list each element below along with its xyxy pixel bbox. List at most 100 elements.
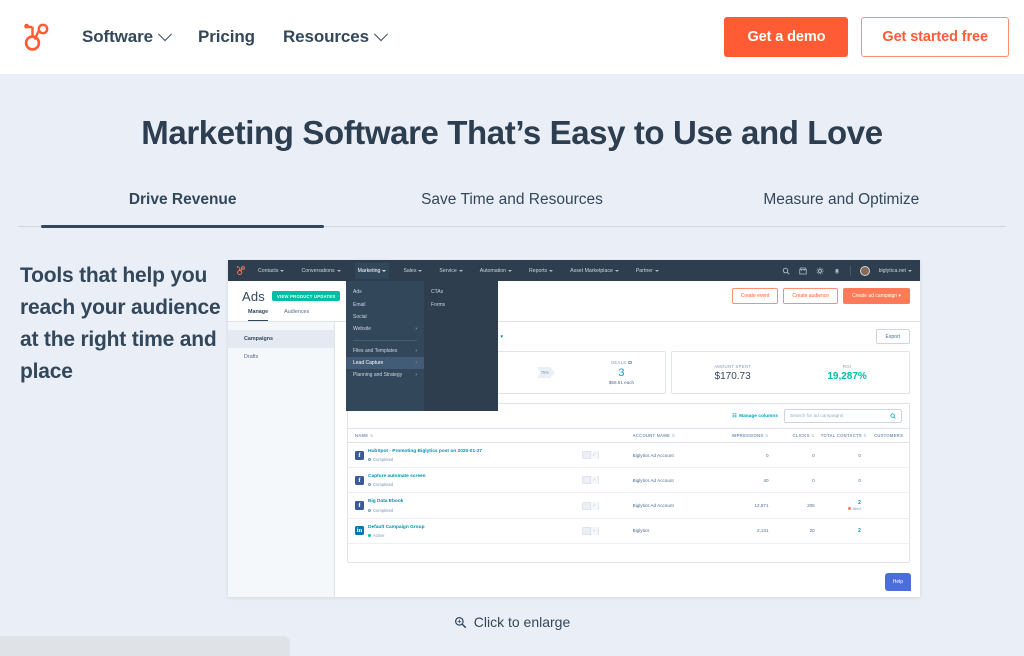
total-contacts[interactable]: 2 (858, 528, 861, 534)
customers (863, 518, 909, 544)
column-total-contacts[interactable]: TOTAL CONTACTS ⇅ (817, 428, 867, 443)
help-button[interactable]: Help (884, 573, 911, 591)
nav-item-pricing[interactable]: Pricing (198, 27, 255, 47)
column-impressions[interactable]: IMPRESSIONS ⇅ (725, 428, 772, 443)
sidebar-item-drafts[interactable]: Drafts (228, 348, 334, 366)
nav-item-resources[interactable]: Resources (283, 27, 389, 47)
app-nav-conversations[interactable]: Conversations (298, 263, 343, 279)
campaigns-table-panel: ☷ Manage columns Search for ad campaigns (347, 403, 910, 563)
label: Alert (852, 506, 861, 512)
hubspot-logo-icon[interactable] (18, 20, 52, 54)
dropdown-item-social[interactable]: Social (346, 311, 424, 323)
label: CTAs (431, 289, 444, 296)
chevron-down-icon (507, 269, 512, 272)
marketplace-icon[interactable] (798, 267, 807, 275)
app-nav-asset-marketplace[interactable]: Asset Marketplace (567, 263, 622, 279)
column-account-name[interactable]: ACCOUNT NAME ⇅ (629, 428, 726, 443)
manage-columns-button[interactable]: ☷ Manage columns (732, 414, 778, 419)
status-dot-icon (368, 483, 371, 487)
label: Completed (373, 482, 394, 488)
account-menu[interactable]: biglytica.net (879, 268, 912, 274)
campaign-status: Completed (368, 482, 426, 487)
app-nav-contacts[interactable]: Contacts (255, 263, 287, 279)
app-nav-service[interactable]: Service (436, 263, 465, 279)
tab-save-time-and-resources[interactable]: Save Time and Resources (347, 191, 676, 226)
campaign-name[interactable]: HubSpot - Promoting Biglytics post on 20… (368, 449, 482, 454)
submenu-item-ctas[interactable]: CTAs (424, 286, 498, 298)
clicks: 0 (771, 467, 818, 494)
app-tab-audiences[interactable]: Audiences (284, 309, 309, 321)
product-screenshot[interactable]: Contacts Conversations Marketing Sales S… (228, 260, 920, 597)
search-icon (890, 413, 896, 419)
label: Files and Templates (353, 347, 398, 354)
product-updates-badge[interactable]: VIEW PRODUCT UPDATES (272, 291, 341, 301)
row-toggle[interactable]: ✓ (581, 526, 599, 535)
click-to-enlarge[interactable]: Click to enlarge (0, 614, 1024, 630)
account-name: Biglytics Ad Account (629, 467, 726, 494)
alert-dot-icon (848, 507, 852, 511)
label: Contacts (258, 267, 279, 274)
campaign-name[interactable]: Capture automate screen (368, 474, 426, 479)
tab-measure-and-optimize[interactable]: Measure and Optimize (677, 191, 1006, 226)
gear-icon[interactable] (816, 267, 824, 275)
dropdown-item-ads[interactable]: Ads (346, 286, 424, 298)
row-toggle[interactable]: ✓ (581, 501, 599, 510)
column-clicks[interactable]: CLICKS ⇅ (771, 428, 818, 443)
table-row[interactable]: f HubSpot - Promoting Biglytics post on … (348, 442, 909, 469)
dropdown-item-planning-and-strategy[interactable]: Planning and Strategy › (346, 369, 424, 381)
row-toggle[interactable]: ✓ (581, 451, 599, 460)
get-a-demo-button[interactable]: Get a demo (724, 17, 849, 57)
app-nav-partner[interactable]: Partner (633, 263, 662, 279)
create-audience-button[interactable]: Create audience (783, 288, 839, 304)
total-contacts[interactable]: 2 (821, 500, 861, 506)
chevron-down-icon (418, 269, 423, 272)
app-tab-manage[interactable]: Manage (248, 309, 269, 321)
app-nav-automation[interactable]: Automation (477, 263, 515, 279)
customers (863, 467, 909, 494)
table-row[interactable]: f Big Data Ebook Completed ✓ Biglytics A… (348, 492, 909, 519)
row-toggle[interactable]: ✓ (581, 476, 599, 485)
app-nav-marketing[interactable]: Marketing (354, 262, 390, 279)
bell-icon[interactable] (833, 267, 841, 275)
sort-icon: ⇅ (811, 433, 815, 438)
dropdown-item-lead-capture[interactable]: Lead Capture › (346, 356, 424, 370)
funnel-step-deals: DEALS 3 $56.91 each (609, 360, 634, 385)
label: CUSTOMERS (874, 433, 903, 438)
table-row[interactable]: in Default Campaign Group Active ✓ Bigly… (348, 518, 909, 544)
dropdown-item-website[interactable]: Website › (346, 323, 424, 335)
campaign-name[interactable]: Big Data Ebook (368, 499, 403, 504)
app-page-tabs: Manage Audiences (228, 304, 920, 322)
column-customers[interactable]: CUSTOMERS (863, 428, 909, 443)
export-button[interactable]: Export (875, 329, 910, 344)
label: Ads (353, 289, 362, 296)
app-nav-reports[interactable]: Reports (526, 263, 556, 279)
table-row[interactable]: f Capture automate screen Completed ✓ Bi… (348, 467, 909, 494)
sort-icon: ⇅ (369, 433, 374, 438)
dropdown-item-files-and-templates[interactable]: Files and Templates › (346, 345, 424, 357)
campaign-name[interactable]: Default Campaign Group (368, 525, 425, 530)
chevron-down-icon (614, 269, 619, 272)
campaign-search-input[interactable]: Search for ad campaigns (784, 409, 902, 423)
tab-drive-revenue[interactable]: Drive Revenue (18, 191, 347, 228)
app-nav-items: Contacts Conversations Marketing Sales S… (255, 262, 662, 279)
hubspot-logo-icon[interactable] (235, 265, 246, 276)
marketing-dropdown-menu: Ads Email Social Website › Files and Tem… (346, 281, 498, 411)
get-started-free-button[interactable]: Get started free (861, 17, 1009, 57)
sort-icon: ⇅ (764, 433, 769, 438)
primary-nav: Software Pricing Resources (82, 27, 389, 47)
app-nav-sales[interactable]: Sales (400, 263, 425, 279)
submenu-item-forms[interactable]: Forms (424, 298, 498, 310)
chevron-down-icon (373, 27, 389, 42)
feature-section: Tools that help you reach your audience … (0, 227, 1024, 597)
nav-item-software[interactable]: Software (82, 27, 173, 47)
column-name[interactable]: NAME ⇅ (348, 428, 579, 443)
create-event-button[interactable]: Create event (731, 288, 779, 304)
chevron-right-icon: › (415, 326, 417, 333)
campaign-status: Completed (368, 508, 403, 513)
search-icon[interactable] (782, 267, 790, 275)
sidebar-item-campaigns[interactable]: Campaigns (228, 330, 334, 348)
avatar[interactable] (859, 265, 870, 276)
create-ad-campaign-button[interactable]: Create ad campaign ▾ (843, 288, 910, 304)
dropdown-item-email[interactable]: Email (346, 298, 424, 310)
info-icon[interactable] (628, 360, 632, 365)
